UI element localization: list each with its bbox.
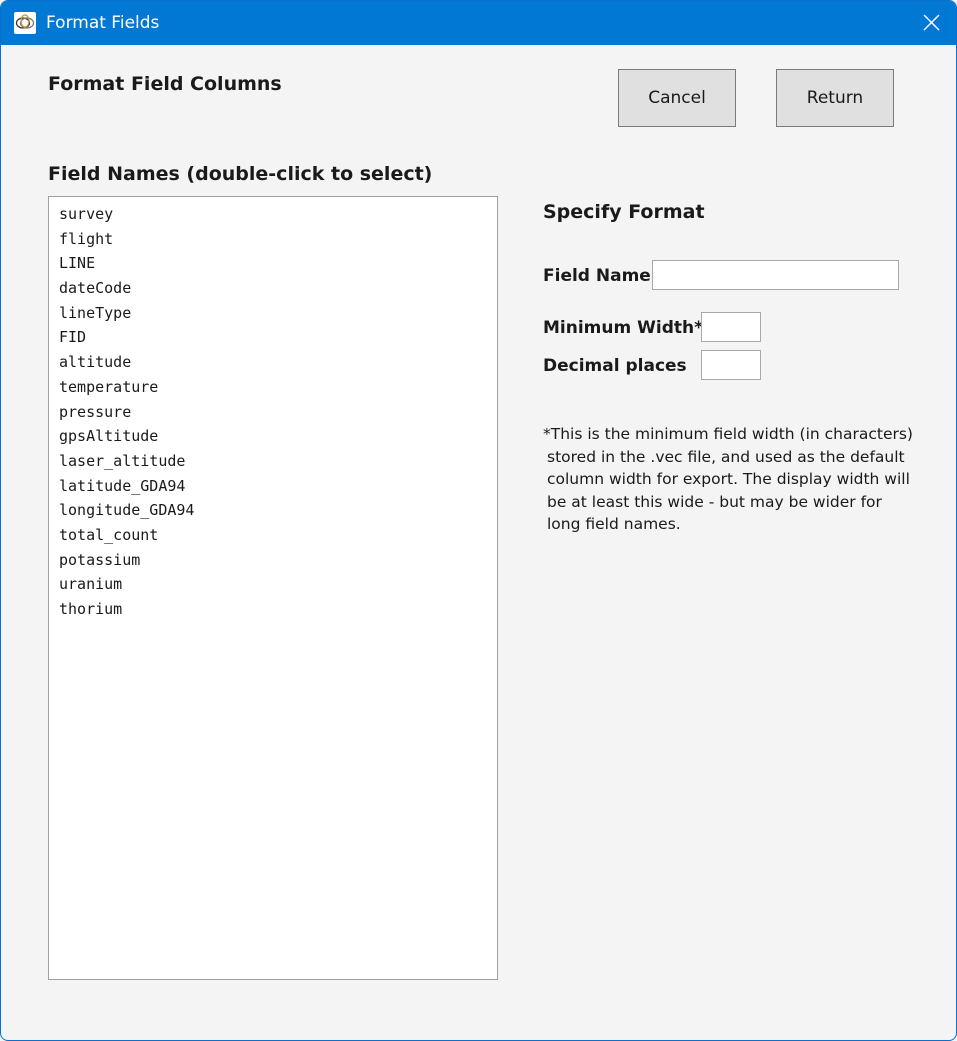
cancel-button[interactable]: Cancel — [618, 69, 736, 127]
list-item[interactable]: LINE — [49, 251, 497, 276]
list-item[interactable]: latitude_GDA94 — [49, 474, 497, 499]
list-item[interactable]: flight — [49, 227, 497, 252]
list-item[interactable]: thorium — [49, 597, 497, 622]
minimum-width-note: *This is the minimum field width (in cha… — [543, 423, 913, 536]
field-name-label: Field Name — [543, 266, 651, 286]
note-line: *This is the minimum field width (in cha… — [543, 425, 913, 443]
minimum-width-label: Minimum Width* — [543, 318, 703, 338]
list-item[interactable]: altitude — [49, 350, 497, 375]
specify-format-heading: Specify Format — [543, 201, 705, 223]
list-item[interactable]: temperature — [49, 375, 497, 400]
window-title: Format Fields — [46, 13, 160, 33]
close-button[interactable] — [907, 1, 956, 45]
list-item[interactable]: pressure — [49, 400, 497, 425]
decimal-places-label: Decimal places — [543, 356, 687, 376]
close-icon — [923, 14, 940, 31]
note-line: be at least this wide - but may be wider… — [547, 492, 882, 511]
return-button[interactable]: Return — [776, 69, 894, 127]
note-line: long field names. — [547, 515, 681, 533]
field-names-listbox[interactable]: survey flight LINE dateCode lineType FID… — [48, 196, 498, 980]
list-item[interactable]: uranium — [49, 572, 497, 597]
list-item[interactable]: lineType — [49, 301, 497, 326]
format-fields-window: Format Fields Format Field Columns Cance… — [0, 0, 957, 1041]
decimal-places-input[interactable] — [701, 350, 761, 380]
list-item[interactable]: longitude_GDA94 — [49, 498, 497, 523]
list-item[interactable]: survey — [49, 202, 497, 227]
list-item[interactable]: gpsAltitude — [49, 424, 497, 449]
list-item[interactable]: total_count — [49, 523, 497, 548]
page-title: Format Field Columns — [48, 73, 282, 95]
note-line: stored in the .vec file, and used as the… — [547, 447, 905, 466]
list-item[interactable]: potassium — [49, 548, 497, 573]
list-item[interactable]: laser_altitude — [49, 449, 497, 474]
field-names-heading: Field Names (double-click to select) — [48, 163, 433, 185]
list-item[interactable]: FID — [49, 325, 497, 350]
rings-app-icon — [14, 12, 36, 34]
field-name-input[interactable] — [652, 260, 899, 290]
title-bar[interactable]: Format Fields — [1, 1, 956, 45]
minimum-width-input[interactable] — [701, 312, 761, 342]
list-item[interactable]: dateCode — [49, 276, 497, 301]
note-line: column width for export. The display wid… — [547, 470, 910, 488]
